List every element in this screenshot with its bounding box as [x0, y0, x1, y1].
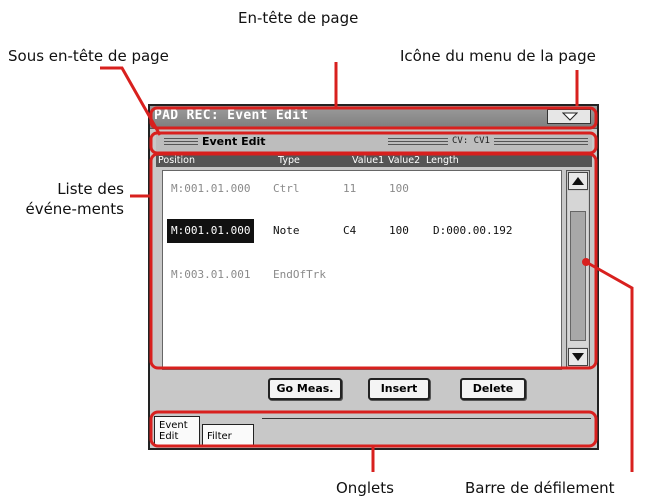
tab-event-edit[interactable]: Event Edit [154, 416, 200, 446]
callout-tabs: Onglets [336, 479, 394, 497]
subheader-title: Event Edit [202, 135, 266, 148]
display-screen: PAD REC: Event Edit Event Edit CV: CV1 P… [148, 104, 599, 450]
event-list[interactable]: M:001.01.000 Ctrl 11 100 M:001.01.000 No… [162, 170, 562, 370]
col-length: Length [426, 155, 459, 166]
event-length: D:000.00.192 [433, 224, 513, 237]
event-value1: 11 [343, 182, 357, 195]
subheader-cv: CV: CV1 [452, 136, 490, 146]
chevron-down-icon [562, 112, 578, 121]
arrow-up-icon [572, 177, 584, 185]
delete-button[interactable]: Delete [460, 378, 526, 400]
page-menu-button[interactable] [547, 109, 591, 124]
event-value2: 100 [389, 182, 409, 195]
scroll-down-button[interactable] [568, 348, 588, 366]
event-type: Note [273, 224, 300, 237]
callout-event-list: Liste des événe-ments [25, 180, 124, 218]
callout-page-header: En-tête de page [238, 9, 359, 27]
event-row-selected[interactable]: M:001.01.000 Note C4 100 D:000.00.192 [163, 219, 553, 243]
subheader-stripes-mid [388, 138, 448, 147]
page-title: PAD REC: Event Edit [154, 108, 309, 123]
col-type: Type [278, 155, 300, 166]
arrow-down-icon [572, 353, 584, 361]
col-position: Position [158, 155, 195, 166]
subheader-stripes-right [494, 138, 588, 147]
event-value1: C4 [343, 224, 357, 237]
event-position: M:003.01.001 [171, 268, 251, 281]
tab-strip [262, 418, 591, 446]
col-value2: Value2 [388, 155, 421, 166]
callout-page-menu-icon: Icône du menu de la page [400, 47, 596, 65]
tab-filter[interactable]: Filter [202, 424, 254, 446]
event-position: M:001.01.000 [171, 182, 251, 195]
scroll-up-button[interactable] [568, 172, 588, 190]
event-type: EndOfTrk [273, 268, 326, 281]
col-value1: Value1 [352, 155, 385, 166]
event-position: M:001.01.000 [167, 219, 255, 243]
go-meas-button[interactable]: Go Meas. [268, 378, 342, 400]
event-row[interactable]: M:003.01.001 EndOfTrk [163, 263, 553, 287]
tab-bar: Event Edit Filter [150, 412, 597, 448]
page-subheader: Event Edit CV: CV1 [156, 134, 592, 152]
event-value2: 100 [389, 224, 409, 237]
scroll-thumb[interactable] [570, 211, 586, 341]
callout-page-subheader: Sous en-tête de page [8, 47, 169, 65]
callout-scrollbar: Barre de défilement [465, 479, 615, 497]
event-row[interactable]: M:001.01.000 Ctrl 11 100 [163, 177, 553, 201]
column-header: Position Type Value1 Value2 Length [156, 154, 592, 167]
scrollbar[interactable] [566, 170, 590, 368]
insert-button[interactable]: Insert [368, 378, 430, 400]
event-type: Ctrl [273, 182, 300, 195]
subheader-stripes-left [164, 138, 198, 147]
page-header: PAD REC: Event Edit [150, 106, 597, 129]
